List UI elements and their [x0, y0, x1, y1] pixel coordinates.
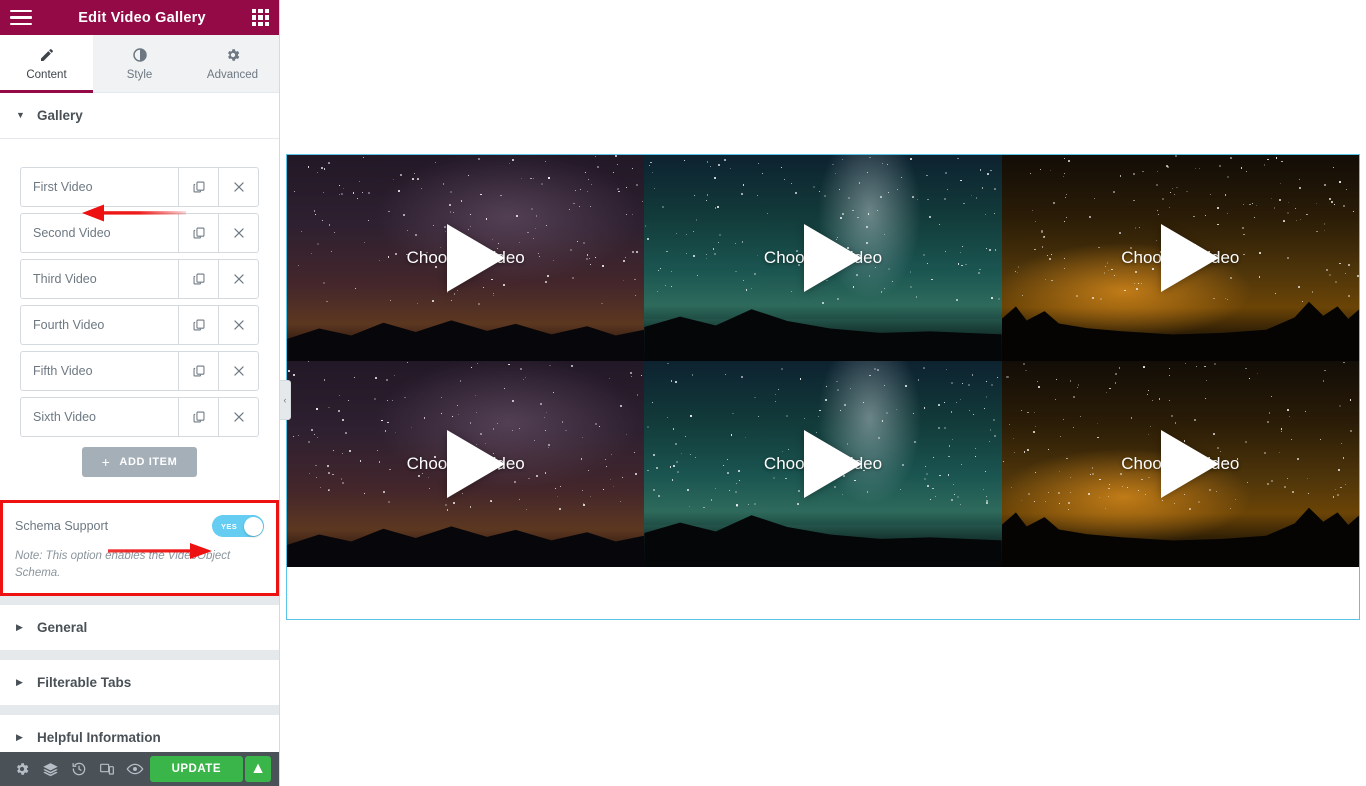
- close-x-icon[interactable]: [218, 352, 258, 390]
- panel-tabs: Content Style Advanced: [0, 35, 279, 93]
- elementor-editor: Edit Video Gallery Content Style Advance…: [0, 0, 1366, 786]
- tab-advanced[interactable]: Advanced: [186, 35, 279, 92]
- duplicate-icon[interactable]: [178, 260, 218, 298]
- filterable-tabs-section-title: Filterable Tabs: [37, 675, 132, 691]
- hamburger-menu-icon[interactable]: [10, 9, 32, 26]
- responsive-mode-icon[interactable]: [93, 752, 121, 786]
- panel-footer-bar: UPDATE ▲: [0, 752, 279, 786]
- gear-icon: [225, 47, 241, 63]
- duplicate-icon[interactable]: [178, 168, 218, 206]
- editor-panel: Edit Video Gallery Content Style Advance…: [0, 0, 280, 786]
- pencil-icon: [39, 47, 55, 63]
- toggle-knob: [243, 516, 263, 536]
- gallery-section-body: First Video Second Video Third Video Fou…: [0, 139, 279, 491]
- chevron-right-icon: ▶: [16, 732, 23, 743]
- close-x-icon[interactable]: [218, 168, 258, 206]
- add-item-wrapper: + ADD ITEM: [20, 447, 259, 477]
- video-item[interactable]: Choose a video: [287, 155, 645, 361]
- tab-content-label: Content: [26, 68, 67, 81]
- section-divider: [0, 596, 279, 606]
- update-button-group: UPDATE ▲: [149, 756, 271, 782]
- tab-style-label: Style: [126, 68, 153, 81]
- gallery-section-title: Gallery: [37, 108, 83, 123]
- close-x-icon[interactable]: [218, 260, 258, 298]
- repeater-item-title[interactable]: First Video: [21, 168, 178, 206]
- play-triangle-icon[interactable]: [1161, 430, 1220, 498]
- play-triangle-icon[interactable]: [1161, 224, 1220, 292]
- duplicate-icon[interactable]: [178, 306, 218, 344]
- section-header-helpful-information[interactable]: ▶ Helpful Information: [0, 715, 279, 752]
- panel-collapse-handle[interactable]: ‹: [280, 380, 291, 420]
- video-gallery-widget[interactable]: Choose a video Choose a video Choose a v…: [286, 154, 1360, 620]
- repeater-item-title[interactable]: Second Video: [21, 214, 178, 252]
- general-section-title: General: [37, 620, 88, 636]
- section-header-gallery[interactable]: ▼ Gallery: [0, 93, 279, 139]
- repeater-item-title[interactable]: Fifth Video: [21, 352, 178, 390]
- repeater-list: First Video Second Video Third Video Fou…: [20, 167, 259, 437]
- repeater-item-title[interactable]: Third Video: [21, 260, 178, 298]
- panel-header: Edit Video Gallery: [0, 0, 279, 35]
- video-item[interactable]: Choose a video: [644, 361, 1002, 567]
- navigator-layers-icon[interactable]: [36, 752, 64, 786]
- table-row[interactable]: Fourth Video: [20, 305, 259, 345]
- schema-support-label: Schema Support: [15, 519, 109, 533]
- duplicate-icon[interactable]: [178, 398, 218, 436]
- tab-style[interactable]: Style: [93, 35, 186, 92]
- section-divider: [0, 706, 279, 716]
- panel-title: Edit Video Gallery: [78, 9, 206, 26]
- schema-support-row: Schema Support YES: [15, 513, 264, 539]
- preview-eye-icon[interactable]: [121, 752, 149, 786]
- chevron-right-icon: ▶: [16, 622, 23, 633]
- video-item[interactable]: Choose a video: [1001, 361, 1359, 567]
- plus-icon: +: [101, 454, 111, 470]
- table-row[interactable]: Third Video: [20, 259, 259, 299]
- video-item[interactable]: Choose a video: [644, 155, 1002, 361]
- schema-support-control: Schema Support YES Note: This option ena…: [0, 500, 279, 597]
- close-x-icon[interactable]: [218, 398, 258, 436]
- duplicate-icon[interactable]: [178, 352, 218, 390]
- repeater-item-title[interactable]: Fourth Video: [21, 306, 178, 344]
- video-item[interactable]: Choose a video: [287, 361, 645, 567]
- repeater-item-title[interactable]: Sixth Video: [21, 398, 178, 436]
- table-row[interactable]: Second Video: [20, 213, 259, 253]
- schema-support-toggle[interactable]: YES: [212, 515, 264, 537]
- section-header-general[interactable]: ▶ General: [0, 605, 279, 652]
- close-x-icon[interactable]: [218, 214, 258, 252]
- section-divider: [0, 651, 279, 661]
- editor-canvas: Choose a video Choose a video Choose a v…: [280, 0, 1366, 786]
- schema-support-note: Note: This option enables the VideoObjec…: [15, 550, 231, 579]
- play-triangle-icon[interactable]: [446, 224, 505, 292]
- play-triangle-icon[interactable]: [803, 430, 862, 498]
- update-button[interactable]: UPDATE: [149, 756, 243, 782]
- contrast-circle-icon: [132, 47, 148, 63]
- chevron-down-icon: ▼: [16, 110, 25, 120]
- section-header-filterable-tabs[interactable]: ▶ Filterable Tabs: [0, 660, 279, 707]
- video-item[interactable]: Choose a video: [1001, 155, 1359, 361]
- settings-gear-icon[interactable]: [8, 752, 36, 786]
- add-item-button[interactable]: + ADD ITEM: [81, 447, 198, 477]
- update-options-caret-icon[interactable]: ▲: [245, 756, 271, 782]
- toggle-value-label: YES: [221, 521, 238, 531]
- apps-grid-icon[interactable]: [252, 9, 269, 26]
- chevron-right-icon: ▶: [16, 677, 23, 688]
- play-triangle-icon[interactable]: [446, 430, 505, 498]
- video-gallery-grid: Choose a video Choose a video Choose a v…: [287, 155, 1359, 567]
- table-row[interactable]: Fifth Video: [20, 351, 259, 391]
- tab-advanced-label: Advanced: [206, 68, 259, 81]
- helpful-information-section-title: Helpful Information: [37, 730, 161, 746]
- add-item-label: ADD ITEM: [119, 456, 178, 468]
- close-x-icon[interactable]: [218, 306, 258, 344]
- panel-controls-scroll[interactable]: ▼ Gallery First Video Second Video Third…: [0, 93, 279, 752]
- table-row[interactable]: Sixth Video: [20, 397, 259, 437]
- history-clock-icon[interactable]: [65, 752, 93, 786]
- tab-content[interactable]: Content: [0, 35, 93, 93]
- duplicate-icon[interactable]: [178, 214, 218, 252]
- play-triangle-icon[interactable]: [803, 224, 862, 292]
- table-row[interactable]: First Video: [20, 167, 259, 207]
